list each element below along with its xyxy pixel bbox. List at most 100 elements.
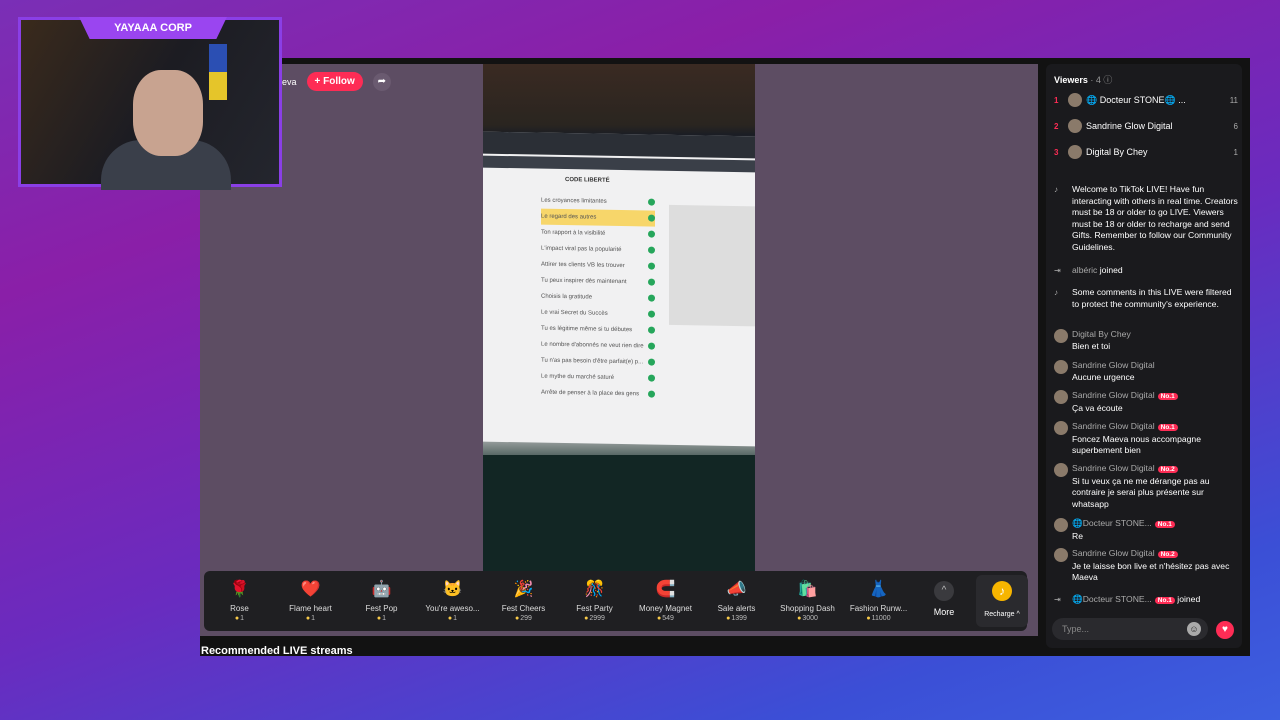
- gift-price: 299: [488, 615, 559, 622]
- viewers-label: Viewers: [1054, 75, 1088, 85]
- viewer-name: Digital By Chey: [1086, 147, 1148, 157]
- chat-username[interactable]: albéric: [1072, 265, 1097, 275]
- gift-label: Money Magnet: [639, 604, 692, 613]
- avatar: [1068, 93, 1082, 107]
- menu-item: Le nombre d'abonnés ne veut rien dire: [541, 337, 655, 355]
- chat-username[interactable]: Digital By Chey: [1072, 329, 1131, 339]
- enter-icon: ⇥: [1054, 266, 1061, 275]
- rose-icon: 🌹: [229, 581, 250, 598]
- gift-fest-pop[interactable]: 🤖 Fest Pop 1: [346, 571, 417, 631]
- gift-label: Fest Cheers: [501, 604, 546, 613]
- viewer-name: Sandrine Glow Digital: [1086, 121, 1173, 131]
- system-message: ♪ Some comments in this LIVE were filtere…: [1054, 287, 1232, 309]
- menu-item: Choisis la gratitude: [541, 289, 655, 307]
- gift-price: 2999: [559, 615, 630, 622]
- flag: [209, 44, 227, 100]
- avatar: [1054, 421, 1068, 435]
- chat-text: Bien et toi: [1072, 340, 1111, 351]
- enter-icon: ⇥: [1054, 595, 1061, 604]
- joined-label: joined: [1099, 265, 1123, 275]
- chat-username[interactable]: Sandrine Glow Digital: [1072, 421, 1155, 431]
- avatar: [1054, 360, 1068, 374]
- overlay-title: YAYAAA CORP: [79, 17, 227, 39]
- system-message: ♪ Welcome to TikTok LIVE! Have fun intera…: [1054, 184, 1238, 252]
- chat-username[interactable]: Sandrine Glow Digital: [1072, 548, 1155, 558]
- gift-price: 3000: [772, 615, 843, 622]
- viewer-row[interactable]: 3 Digital By Chey 1: [1054, 144, 1238, 160]
- chat-username[interactable]: Sandrine Glow Digital: [1072, 390, 1155, 400]
- chevron-up-icon: ^: [934, 581, 954, 601]
- recommended-heading: Recommended LIVE streams: [201, 645, 353, 657]
- shopping-bag-icon: 🛍️: [797, 581, 818, 598]
- confetti-icon: 🎊: [584, 581, 605, 598]
- viewers-header[interactable]: Viewers · 4 ⓘ: [1054, 73, 1112, 86]
- gift-price: 1: [204, 615, 275, 622]
- gift-fest-party[interactable]: 🎊 Fest Party 2999: [559, 571, 630, 631]
- chat-text: Aucune urgence: [1072, 371, 1135, 382]
- more-gifts-button[interactable]: ^ More: [914, 571, 974, 631]
- rank-badge: No.1: [1157, 393, 1178, 400]
- gift-price: 1: [346, 615, 417, 622]
- recharge-button[interactable]: ♪ Recharge ^: [976, 575, 1028, 627]
- info-icon[interactable]: ⓘ: [1103, 75, 1112, 85]
- robot-icon: 🤖: [371, 581, 392, 598]
- menu-item: Les croyances limitantes: [541, 193, 655, 211]
- tiktok-icon: ♪: [1054, 185, 1058, 194]
- chat-text: Je te laisse bon live et n'hésitez pas a…: [1072, 560, 1230, 583]
- chat-message: Sandrine Glow Digital No.2 Si tu veux ça n…: [1054, 463, 1238, 510]
- gift-rose[interactable]: 🌹 Rose 1: [204, 571, 275, 631]
- more-label: More: [933, 607, 955, 617]
- streamer-head: [133, 70, 203, 156]
- gift-price: 11000: [843, 615, 914, 622]
- share-icon[interactable]: ➦: [372, 72, 391, 91]
- gift-label: Flame heart: [289, 604, 332, 613]
- chat-message: Sandrine Glow Digital No.2 Je te laisse bo…: [1054, 548, 1238, 584]
- gift-sale-alerts[interactable]: 📣 Sale alerts 1399: [701, 571, 772, 631]
- chat-messages: ♪ Welcome to TikTok LIVE! Have fun intera…: [1054, 184, 1238, 604]
- browser-urlbar: [483, 155, 755, 173]
- viewer-row[interactable]: 1 🌐 Docteur STONE🌐 ... 11: [1054, 92, 1238, 108]
- chat-username[interactable]: 🌐Docteur STONE...: [1072, 594, 1152, 604]
- viewer-score: 1: [1233, 147, 1238, 157]
- recharge-label: Recharge ^: [984, 611, 1020, 618]
- gift-fest-cheers[interactable]: 🎉 Fest Cheers 299: [488, 571, 559, 631]
- gift-price: 1399: [701, 615, 772, 622]
- menu-item: L'impact viral pas la popularité: [541, 241, 655, 259]
- viewers-count: · 4: [1090, 75, 1101, 85]
- stream-header: eva + Follow ➦: [282, 72, 391, 91]
- gift-label: You're aweso...: [425, 604, 480, 613]
- avatar: [1054, 329, 1068, 343]
- gift-flame-heart[interactable]: ❤️ Flame heart 1: [275, 571, 346, 631]
- gift-money-magnet[interactable]: 🧲 Money Magnet 549: [630, 571, 701, 631]
- chat-message: Sandrine Glow Digital Aucune urgence: [1054, 360, 1238, 383]
- viewer-rank: 2: [1054, 121, 1059, 131]
- menu-item: Le regard des autres: [541, 208, 655, 227]
- menu-item: Le vrai Secret du Succès: [541, 305, 655, 323]
- gift-shopping-dash[interactable]: 🛍️ Shopping Dash 3000: [772, 571, 843, 631]
- heart-icon: ❤️: [300, 581, 321, 598]
- chat-username[interactable]: 🌐Docteur STONE...: [1072, 518, 1152, 528]
- chat-username[interactable]: Sandrine Glow Digital: [1072, 360, 1155, 370]
- gift-youre-awesome[interactable]: 🐱 You're aweso... 1: [417, 571, 488, 631]
- gift-fashion-runway[interactable]: 👗 Fashion Runw... 11000: [843, 571, 914, 631]
- viewer-row[interactable]: 2 Sandrine Glow Digital 6: [1054, 118, 1238, 134]
- menu-item: Ton rapport à la visibilité: [541, 225, 655, 243]
- chat-username[interactable]: Sandrine Glow Digital: [1072, 463, 1155, 473]
- avatar: [1068, 119, 1082, 133]
- follow-button[interactable]: + Follow: [306, 72, 363, 91]
- like-heart-icon[interactable]: ♥: [1216, 621, 1234, 639]
- chat-input[interactable]: Type...: [1052, 618, 1208, 640]
- gift-label: Fest Party: [576, 604, 613, 613]
- rank-badge: No.1: [1154, 521, 1175, 528]
- gift-label: Fest Pop: [365, 604, 398, 613]
- chat-text: Foncez Maeva nous accompagne superbement…: [1072, 433, 1201, 456]
- gift-label: Sale alerts: [717, 604, 756, 613]
- laptop-screen: CODE LIBERTÉ Les croyances limitantes Le…: [483, 131, 755, 447]
- dress-icon: 👗: [868, 581, 889, 598]
- streamer-name: eva: [282, 76, 297, 87]
- emoji-icon[interactable]: ☺: [1187, 622, 1201, 636]
- screen-image: [669, 204, 755, 327]
- browser-tabbar: [483, 131, 755, 159]
- viewer-rank: 3: [1054, 147, 1059, 157]
- webcam-overlay: YAYAAA CORP: [18, 17, 282, 190]
